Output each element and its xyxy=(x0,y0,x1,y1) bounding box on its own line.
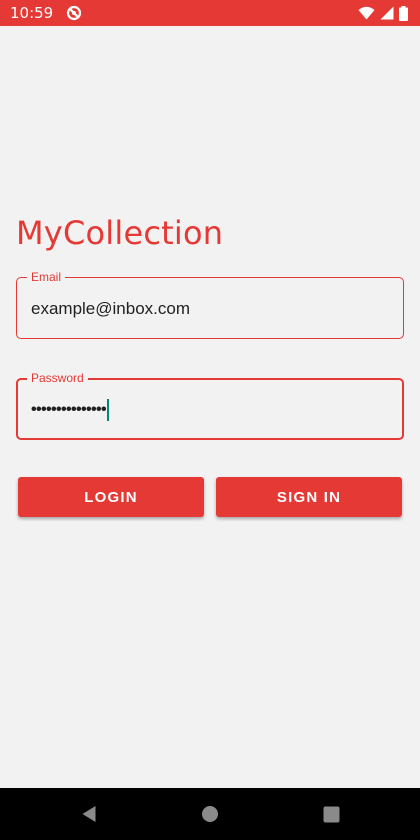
sign-in-button[interactable]: SIGN IN xyxy=(216,477,402,517)
wifi-icon xyxy=(358,6,375,20)
password-field[interactable]: Password ••••••••••••••• xyxy=(16,370,404,440)
app-title: MyCollection xyxy=(16,214,224,252)
login-screen: MyCollection Email example@inbox.com Pas… xyxy=(0,26,420,788)
status-right xyxy=(358,5,408,21)
email-field-label: Email xyxy=(27,269,66,285)
status-time: 10:59 xyxy=(10,4,54,22)
text-cursor xyxy=(107,399,110,421)
navigation-bar xyxy=(0,788,420,840)
email-field-value[interactable]: example@inbox.com xyxy=(31,298,190,320)
battery-icon xyxy=(399,5,408,21)
password-field-label: Password xyxy=(27,370,88,386)
home-icon[interactable] xyxy=(198,802,222,826)
password-input[interactable]: ••••••••••••••• xyxy=(31,398,110,422)
notification-icon xyxy=(66,5,82,21)
email-field[interactable]: Email example@inbox.com xyxy=(16,269,404,339)
status-left: 10:59 xyxy=(10,4,82,22)
password-masked-value[interactable]: ••••••••••••••• xyxy=(31,401,107,419)
recents-icon[interactable] xyxy=(319,802,343,826)
cell-signal-icon xyxy=(380,6,394,20)
back-icon[interactable] xyxy=(77,802,101,826)
login-button[interactable]: LOGIN xyxy=(18,477,204,517)
status-bar: 10:59 xyxy=(0,0,420,26)
